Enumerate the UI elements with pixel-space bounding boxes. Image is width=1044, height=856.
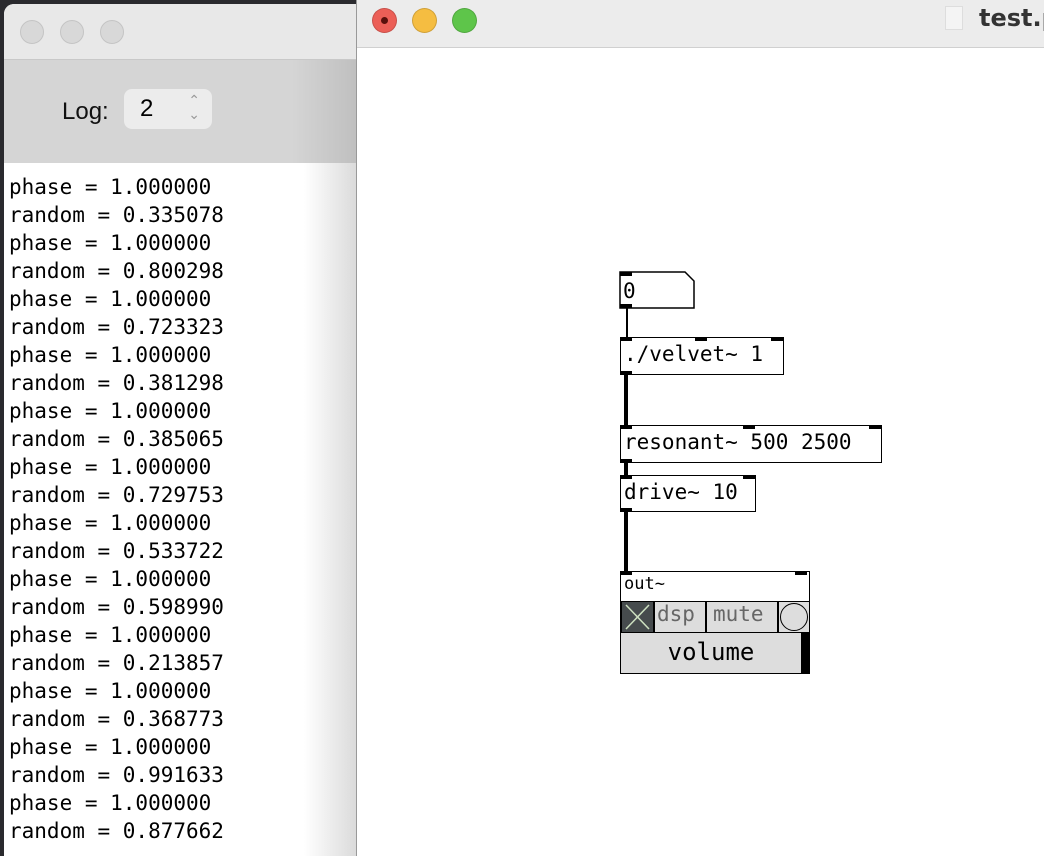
maximize-button[interactable] [100, 20, 124, 44]
log-level-value: 2 [140, 95, 154, 122]
volume-label: volume [667, 638, 755, 666]
object-text: ./velvet~ 1 [624, 342, 764, 366]
number-value: 0 [623, 279, 636, 303]
title-bar [4, 4, 364, 60]
close-button[interactable] [20, 20, 44, 44]
toolbar: Log: 2 ⌃ ⌄ [4, 60, 364, 163]
window-title: test.p [979, 4, 1044, 32]
volume-slider-handle[interactable] [801, 633, 809, 673]
minimize-button[interactable] [60, 20, 84, 44]
log-label: Log: [62, 98, 109, 125]
title-bar: test.p [357, 0, 1044, 48]
object-text: drive~ 10 [624, 480, 738, 504]
pd-main-window: Log: 2 ⌃ ⌄ phase = 1.000000 random = 0.3350… [4, 4, 364, 856]
object-drive[interactable]: drive~ 10 [620, 475, 756, 512]
x-icon [625, 604, 650, 630]
connection [626, 308, 628, 338]
maximize-button[interactable] [452, 8, 477, 33]
connection [624, 510, 628, 572]
window-shadow [304, 163, 360, 856]
object-text: out~ [624, 574, 665, 594]
close-button[interactable] [372, 8, 397, 33]
circle-icon [780, 603, 808, 631]
minimize-button[interactable] [412, 8, 437, 33]
object-text: resonant~ 500 2500 [624, 430, 852, 454]
mute-label: mute [706, 601, 778, 633]
connection [624, 374, 628, 426]
stepper-icon: ⌃ ⌄ [188, 92, 200, 122]
dsp-toggle[interactable] [621, 601, 654, 633]
mute-bang[interactable] [778, 601, 810, 633]
file-icon [945, 6, 963, 30]
object-resonant[interactable]: resonant~ 500 2500 [620, 425, 882, 463]
volume-slider[interactable]: volume [621, 633, 801, 673]
dsp-label: dsp [654, 601, 706, 633]
connection [624, 462, 628, 476]
object-velvet[interactable]: ./velvet~ 1 [620, 337, 784, 375]
log-level-select[interactable]: 2 ⌃ ⌄ [124, 89, 212, 129]
object-out[interactable]: out~ dsp mute volume [620, 571, 810, 674]
